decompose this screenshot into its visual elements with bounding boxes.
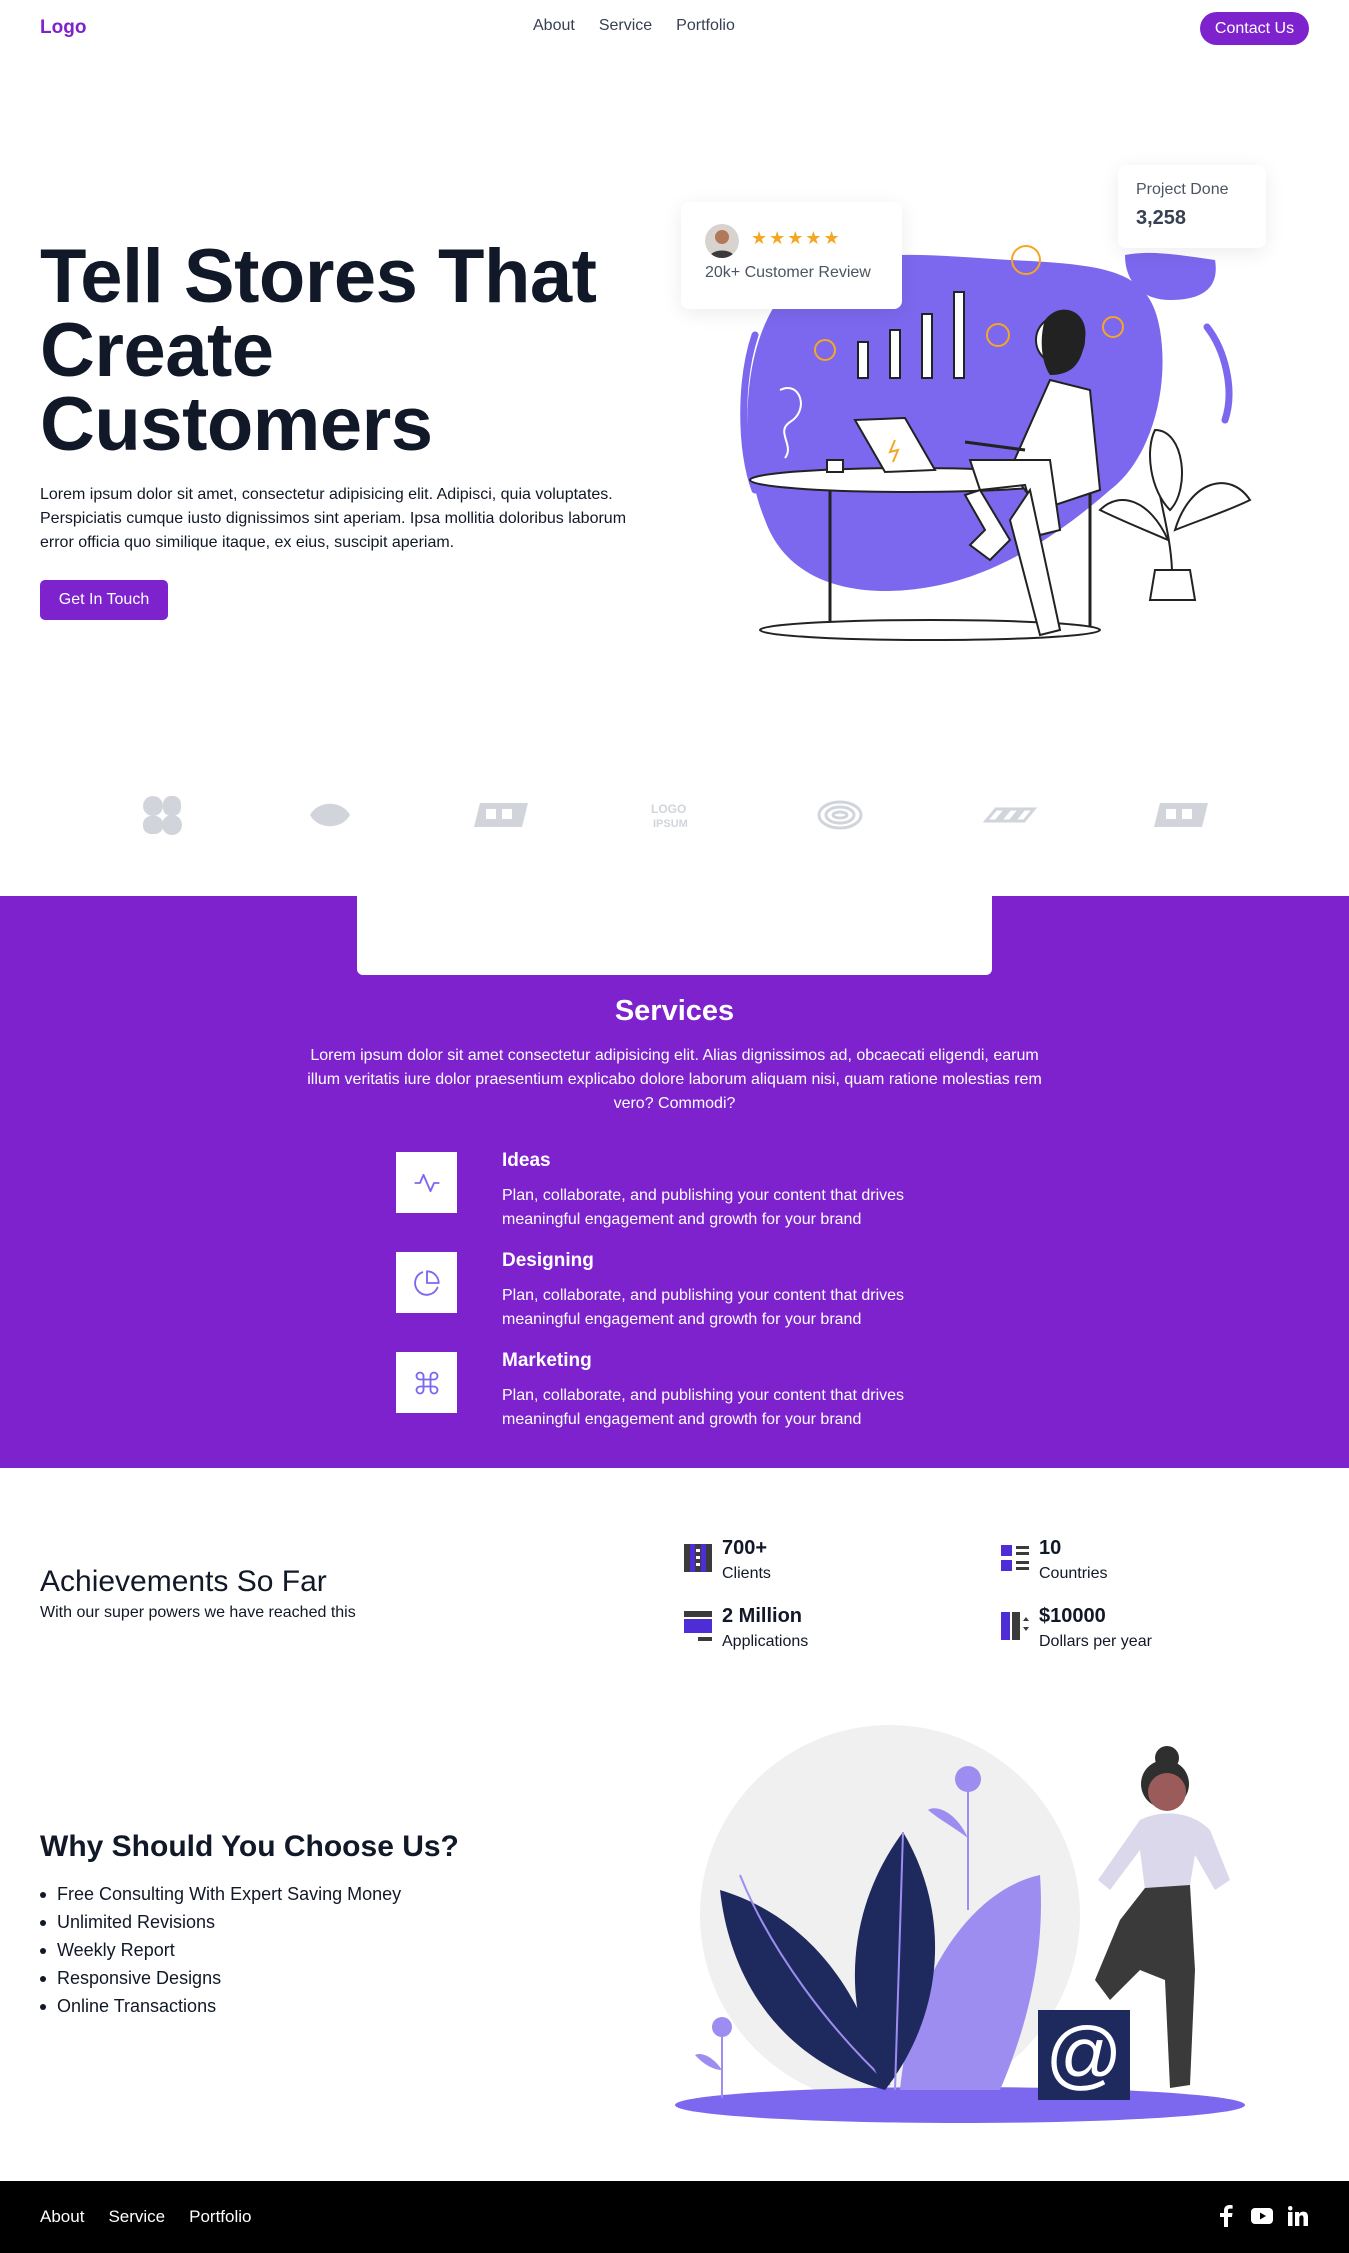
brand-logo-7 bbox=[1152, 785, 1212, 845]
stat-value: 10 bbox=[1039, 1537, 1062, 1559]
stat-clients: 700+ Clients bbox=[684, 1537, 934, 1587]
stat-value: 700+ bbox=[722, 1537, 768, 1559]
nav-link-service[interactable]: Service bbox=[599, 17, 652, 35]
brand-logo-4: LOGO IPSUM bbox=[642, 785, 702, 845]
service-item-ideas: Ideas Plan, collaborate, and publishing … bbox=[396, 1150, 996, 1232]
service-name: Ideas bbox=[502, 1150, 551, 1171]
stat-label: Applications bbox=[722, 1633, 809, 1650]
stat-value: 2 Million bbox=[722, 1605, 802, 1627]
countries-icon bbox=[1001, 1545, 1029, 1571]
command-icon bbox=[396, 1352, 457, 1413]
services-section: Services Lorem ipsum dolor sit amet cons… bbox=[0, 896, 1349, 1468]
service-text: Plan, collaborate, and publishing your c… bbox=[502, 1187, 905, 1228]
project-done-label: Project Done bbox=[1136, 181, 1229, 198]
clients-icon bbox=[684, 1544, 712, 1572]
facebook-icon[interactable] bbox=[1215, 2205, 1237, 2227]
brand-logo-5 bbox=[810, 785, 870, 845]
service-name: Designing bbox=[502, 1250, 594, 1271]
svg-text:@: @ bbox=[1045, 2012, 1122, 2097]
achievements-subtitle: With our super powers we have reached th… bbox=[40, 1604, 356, 1621]
services-top-tab bbox=[357, 896, 992, 975]
stat-applications: 2 Million Applications bbox=[684, 1605, 934, 1655]
stat-label: Countries bbox=[1039, 1565, 1108, 1582]
footer-link-about[interactable]: About bbox=[40, 2207, 84, 2227]
list-item: Free Consulting With Expert Saving Money bbox=[40, 1880, 401, 1908]
applications-icon bbox=[684, 1611, 712, 1641]
why-choose-title: Why Should You Choose Us? bbox=[40, 1830, 459, 1863]
nav-link-about[interactable]: About bbox=[533, 17, 575, 35]
nav-links: About Service Portfolio bbox=[533, 17, 735, 35]
list-item: Unlimited Revisions bbox=[40, 1908, 401, 1936]
brand-logo-2 bbox=[300, 785, 360, 845]
nav-link-portfolio[interactable]: Portfolio bbox=[676, 17, 735, 35]
footer-links: About Service Portfolio bbox=[40, 2207, 252, 2227]
stat-countries: 10 Countries bbox=[1001, 1537, 1251, 1587]
customer-review-card: ★★★★★ 20k+ Customer Review bbox=[681, 202, 902, 309]
footer-link-portfolio[interactable]: Portfolio bbox=[189, 2207, 251, 2227]
top-nav: Logo About Service Portfolio Contact Us bbox=[0, 0, 1349, 58]
stat-revenue: $10000 Dollars per year bbox=[1001, 1605, 1251, 1655]
brand-logo-1 bbox=[132, 785, 192, 845]
youtube-icon[interactable] bbox=[1251, 2205, 1273, 2227]
brand-logo-6 bbox=[980, 785, 1040, 845]
project-done-value: 3,258 bbox=[1136, 207, 1187, 229]
service-name: Marketing bbox=[502, 1350, 592, 1371]
achievements-title: Achievements So Far bbox=[40, 1565, 327, 1598]
services-title: Services bbox=[614, 995, 735, 1027]
hero-title: Tell Stores That Create Customers bbox=[40, 234, 597, 467]
service-item-designing: Designing Plan, collaborate, and publish… bbox=[396, 1250, 996, 1332]
contact-us-button[interactable]: Contact Us bbox=[1200, 12, 1309, 45]
stat-label: Clients bbox=[722, 1565, 771, 1582]
stat-label: Dollars per year bbox=[1039, 1633, 1152, 1650]
pie-chart-icon bbox=[396, 1252, 457, 1313]
hero-description: Lorem ipsum dolor sit amet, consectetur … bbox=[40, 486, 627, 551]
project-done-card: Project Done 3,258 bbox=[1118, 165, 1266, 248]
stat-value: $10000 bbox=[1039, 1605, 1106, 1627]
footer-link-service[interactable]: Service bbox=[108, 2207, 165, 2227]
why-choose-list: Free Consulting With Expert Saving Money… bbox=[40, 1880, 401, 2020]
service-text: Plan, collaborate, and publishing your c… bbox=[502, 1387, 905, 1428]
social-links bbox=[1215, 2205, 1309, 2227]
linkedin-icon[interactable] bbox=[1287, 2205, 1309, 2227]
service-item-marketing: Marketing Plan, collaborate, and publish… bbox=[396, 1350, 996, 1432]
brand-logos: LOGO IPSUM bbox=[0, 785, 1349, 845]
review-label: 20k+ Customer Review bbox=[705, 264, 871, 281]
list-item: Weekly Report bbox=[40, 1936, 401, 1964]
reviewer-avatar bbox=[705, 224, 739, 258]
rating-stars-icon: ★★★★★ bbox=[751, 228, 842, 248]
revenue-icon bbox=[1001, 1612, 1029, 1640]
why-choose-illustration: @ bbox=[675, 1725, 1245, 2123]
svg-text:LOGO: LOGO bbox=[651, 802, 686, 816]
get-in-touch-button[interactable]: Get In Touch bbox=[40, 580, 168, 620]
services-description: Lorem ipsum dolor sit amet consectetur a… bbox=[307, 1047, 1042, 1112]
brand-logo-3 bbox=[472, 785, 532, 845]
list-item: Online Transactions bbox=[40, 1992, 401, 2020]
list-item: Responsive Designs bbox=[40, 1964, 401, 1992]
service-text: Plan, collaborate, and publishing your c… bbox=[502, 1287, 905, 1328]
activity-icon bbox=[396, 1152, 457, 1213]
footer: About Service Portfolio bbox=[0, 2181, 1349, 2253]
logo[interactable]: Logo bbox=[40, 17, 86, 39]
svg-text:IPSUM: IPSUM bbox=[653, 818, 688, 830]
